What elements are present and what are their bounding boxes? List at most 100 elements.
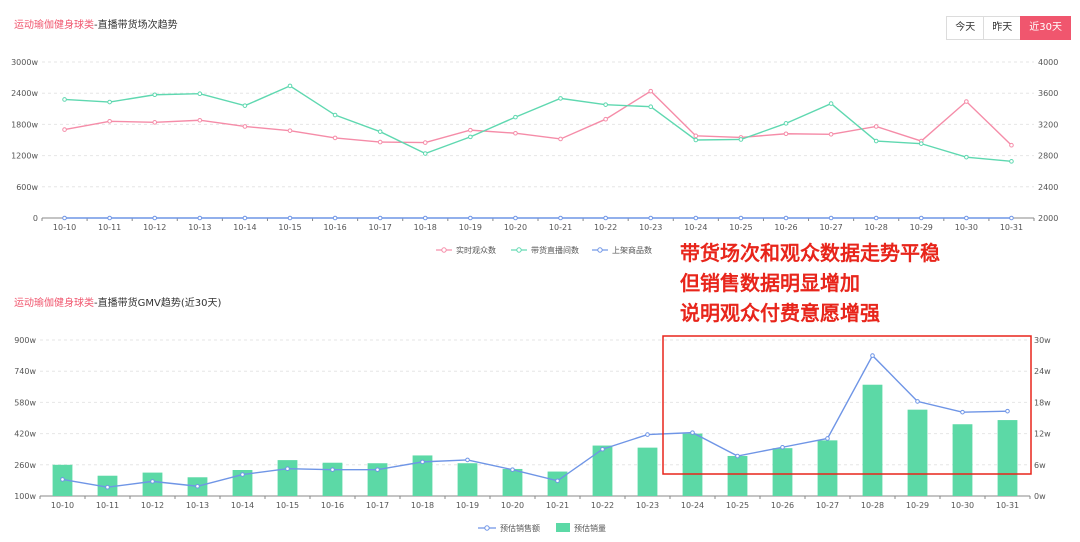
chart2-legend-label: 预估销售额 xyxy=(500,523,540,533)
chart2-x-tick-label: 10-21 xyxy=(546,501,569,510)
chart2-y-right-tick: 30w xyxy=(1034,336,1051,345)
chart2-y-left-tick: 740w xyxy=(14,367,36,376)
chart2-x-tick-label: 10-22 xyxy=(591,501,614,510)
chart1-series-2-point xyxy=(332,215,338,221)
chart1-series-1-point xyxy=(918,141,924,146)
chart2-y-left-tick: 420w xyxy=(14,430,36,439)
chart1-x-tick-label: 10-18 xyxy=(414,223,437,232)
chart1-legend-marker xyxy=(597,247,603,253)
chart1-x-tick-label: 10-20 xyxy=(504,223,527,232)
chart1-series-2-point xyxy=(873,215,879,221)
chart2-sales-amount-point xyxy=(150,479,155,484)
chart2-bar xyxy=(637,447,658,496)
chart1-series-0-point xyxy=(1009,142,1014,148)
chart2-bar xyxy=(862,384,883,496)
chart2-x-tick-label: 10-16 xyxy=(321,501,344,510)
chart1-series-2-point xyxy=(693,215,699,221)
chart1-x-tick-label: 10-13 xyxy=(188,223,211,232)
annotation-highlight-box xyxy=(662,335,1032,475)
chart2-sales-amount-point xyxy=(330,467,335,472)
chart1-series-0-point xyxy=(152,120,158,125)
chart1-series-0-point xyxy=(422,140,428,145)
chart1-y-right-tick: 2000 xyxy=(1038,214,1058,223)
chart2-y-right-tick: 6w xyxy=(1034,461,1046,470)
chart1-series-2-point xyxy=(377,215,383,221)
chart1-x-tick-label: 10-27 xyxy=(819,223,842,232)
chart1-series-0-point xyxy=(693,133,699,139)
chart2-bar xyxy=(457,463,478,496)
chart2-sales-amount-point xyxy=(285,466,290,472)
chart2-legend-marker xyxy=(484,525,490,531)
chart2-bar xyxy=(277,460,298,496)
chart1-series-2-point xyxy=(558,215,563,221)
chart1-series-2-point xyxy=(513,215,518,221)
chart1-x-tick-label: 10-21 xyxy=(549,223,572,232)
chart1-series-1-point xyxy=(828,101,834,106)
chart2-sales-amount-point xyxy=(825,436,830,441)
chart1-x-tick-label: 10-12 xyxy=(143,223,166,232)
chart2-sales-amount-point xyxy=(465,457,470,463)
chart1-series-0-point xyxy=(603,116,608,122)
chart1-x-tick-label: 10-11 xyxy=(98,223,121,232)
chart1-series-1-line xyxy=(64,85,1012,163)
chart1-series-1-point xyxy=(422,151,428,156)
chart2-bar xyxy=(592,445,613,496)
chart2-sales-amount-point xyxy=(735,453,740,459)
chart1-series-1-point xyxy=(738,137,744,142)
chart2-y-right-tick: 12w xyxy=(1034,430,1051,439)
chart2-bar xyxy=(997,420,1018,496)
chart1-series-1-point xyxy=(107,99,112,105)
chart2-sales-amount-point xyxy=(645,432,650,437)
chart1-series-0-point xyxy=(242,124,248,129)
chart2-y-right-tick: 0w xyxy=(1034,492,1046,501)
chart2-bar xyxy=(817,440,838,496)
charts-canvas: 0 2000 600w 2400 1200w 2800 1800w 3200 2400w 3600… xyxy=(11,58,1058,533)
chart2-x-tick-label: 10-18 xyxy=(411,501,434,510)
chart1-series-2-point xyxy=(964,215,969,221)
chart1-y-right-tick: 2800 xyxy=(1038,152,1058,161)
chart2-sales-amount-point xyxy=(105,484,110,490)
chart2-x-tick-label: 10-14 xyxy=(231,501,254,510)
chart2-sales-amount-point xyxy=(240,472,245,477)
chart1-series-0-point xyxy=(783,131,789,137)
chart2-x-tick-label: 10-19 xyxy=(456,501,479,510)
chart1-series-2-point xyxy=(918,215,924,221)
chart2-legend-label: 预估销量 xyxy=(574,523,606,533)
chart2-sales-amount-point xyxy=(195,483,200,489)
chart1-series-1-point xyxy=(287,83,293,89)
chart1-x-tick-label: 10-31 xyxy=(1000,223,1023,232)
chart2-x-tick-label: 10-20 xyxy=(501,501,524,510)
chart1-series-0-point xyxy=(648,88,654,94)
chart2-x-tick-label: 10-13 xyxy=(186,501,209,510)
chart1-series-2-point xyxy=(152,215,158,221)
chart2-x-tick-label: 10-25 xyxy=(726,501,749,510)
chart2-x-tick-label: 10-10 xyxy=(51,501,74,510)
chart1-series-2-point xyxy=(783,215,789,221)
chart1-series-1-point xyxy=(332,112,338,118)
chart1-x-tick-label: 10-14 xyxy=(233,223,256,232)
chart1-y-left-tick: 0 xyxy=(33,214,38,223)
chart1-series-1-point xyxy=(558,96,563,101)
annotation-text-line: 说明观众付费意愿增强 xyxy=(680,301,880,325)
chart1-series-0-point xyxy=(468,127,473,133)
chart2-sales-amount-point xyxy=(960,409,965,415)
chart1-series-1-point xyxy=(152,92,158,98)
chart2-sales-amount-point xyxy=(60,477,65,482)
chart1-series-0-point xyxy=(964,99,969,104)
chart1-series-2-point xyxy=(287,215,293,221)
chart1-series-1-point xyxy=(783,121,789,126)
chart2-sales-amount-point xyxy=(555,478,560,484)
chart1-legend-label: 上架商品数 xyxy=(612,245,652,255)
chart2-bar xyxy=(682,433,703,496)
chart1-x-tick-label: 10-10 xyxy=(53,223,76,232)
chart2-bar xyxy=(142,472,163,496)
chart2-sales-amount-point xyxy=(375,467,380,472)
chart1-series-0-point xyxy=(377,139,383,145)
chart1-series-1-point xyxy=(468,134,473,140)
chart1-series-2-point xyxy=(422,215,428,221)
chart1-series-0-point xyxy=(513,130,518,136)
chart2-x-tick-label: 10-24 xyxy=(681,501,704,510)
chart1-series-2-point xyxy=(107,215,112,221)
chart1-x-tick-label: 10-17 xyxy=(369,223,392,232)
chart2-x-tick-label: 10-28 xyxy=(861,501,884,510)
